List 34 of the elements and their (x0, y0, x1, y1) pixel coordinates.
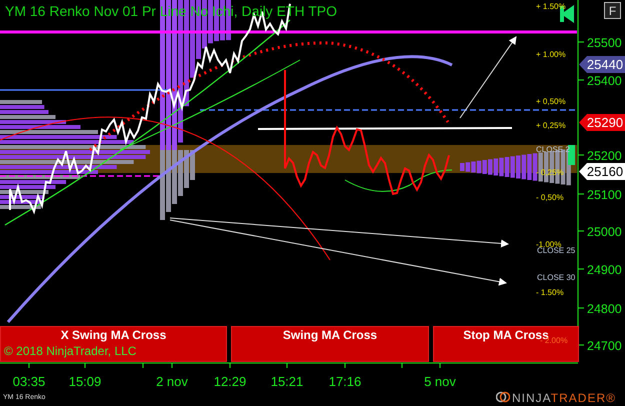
price-marker: 25290 (579, 114, 625, 131)
time-label: 5 nov (424, 375, 456, 388)
logo-icon (496, 391, 510, 403)
time-label: 03:35 (12, 375, 46, 388)
percent-label: - 1.50% (536, 289, 564, 297)
percent-label: + 1.00% (536, 51, 566, 59)
price-label: 24800 (587, 303, 622, 316)
percent-label: + 0,50% (536, 98, 566, 106)
close-label: CLOSE 25 (537, 247, 576, 255)
price-label: 24700 (587, 340, 622, 352)
price-marker: 25440 (579, 56, 625, 73)
time-label: 12:29 (214, 375, 246, 388)
price-label: 24900 (587, 264, 622, 276)
time-label: 17:16 (328, 375, 362, 388)
price-label: 25000 (587, 226, 622, 238)
price-label: 25200 (587, 150, 622, 162)
price-label: 25500 (587, 37, 622, 50)
price-marker: 25160 (579, 163, 625, 180)
close-label: CLOSE 30 (537, 274, 576, 282)
time-label: 15:09 (68, 375, 102, 388)
percent-label: + 0,25% (536, 122, 566, 130)
price-label: 25400 (587, 75, 622, 88)
percent-label: -1.00% (536, 241, 562, 249)
price-label: 25100 (587, 189, 622, 202)
percent-label: - 0,50% (536, 194, 564, 202)
close-marker (568, 145, 575, 165)
close-label: CLOSE 2 (536, 146, 570, 154)
time-label: 2 nov (156, 375, 188, 388)
time-label: 15:21 (270, 375, 304, 388)
f-button[interactable]: F (604, 2, 621, 19)
logo: NINJATRADER® (496, 391, 616, 404)
percent-label: + 1.50% (536, 3, 566, 11)
signal-button[interactable]: Swing MA Cross (231, 326, 429, 362)
copyright-text: © 2018 NinjaTrader, LLC (4, 345, 136, 357)
